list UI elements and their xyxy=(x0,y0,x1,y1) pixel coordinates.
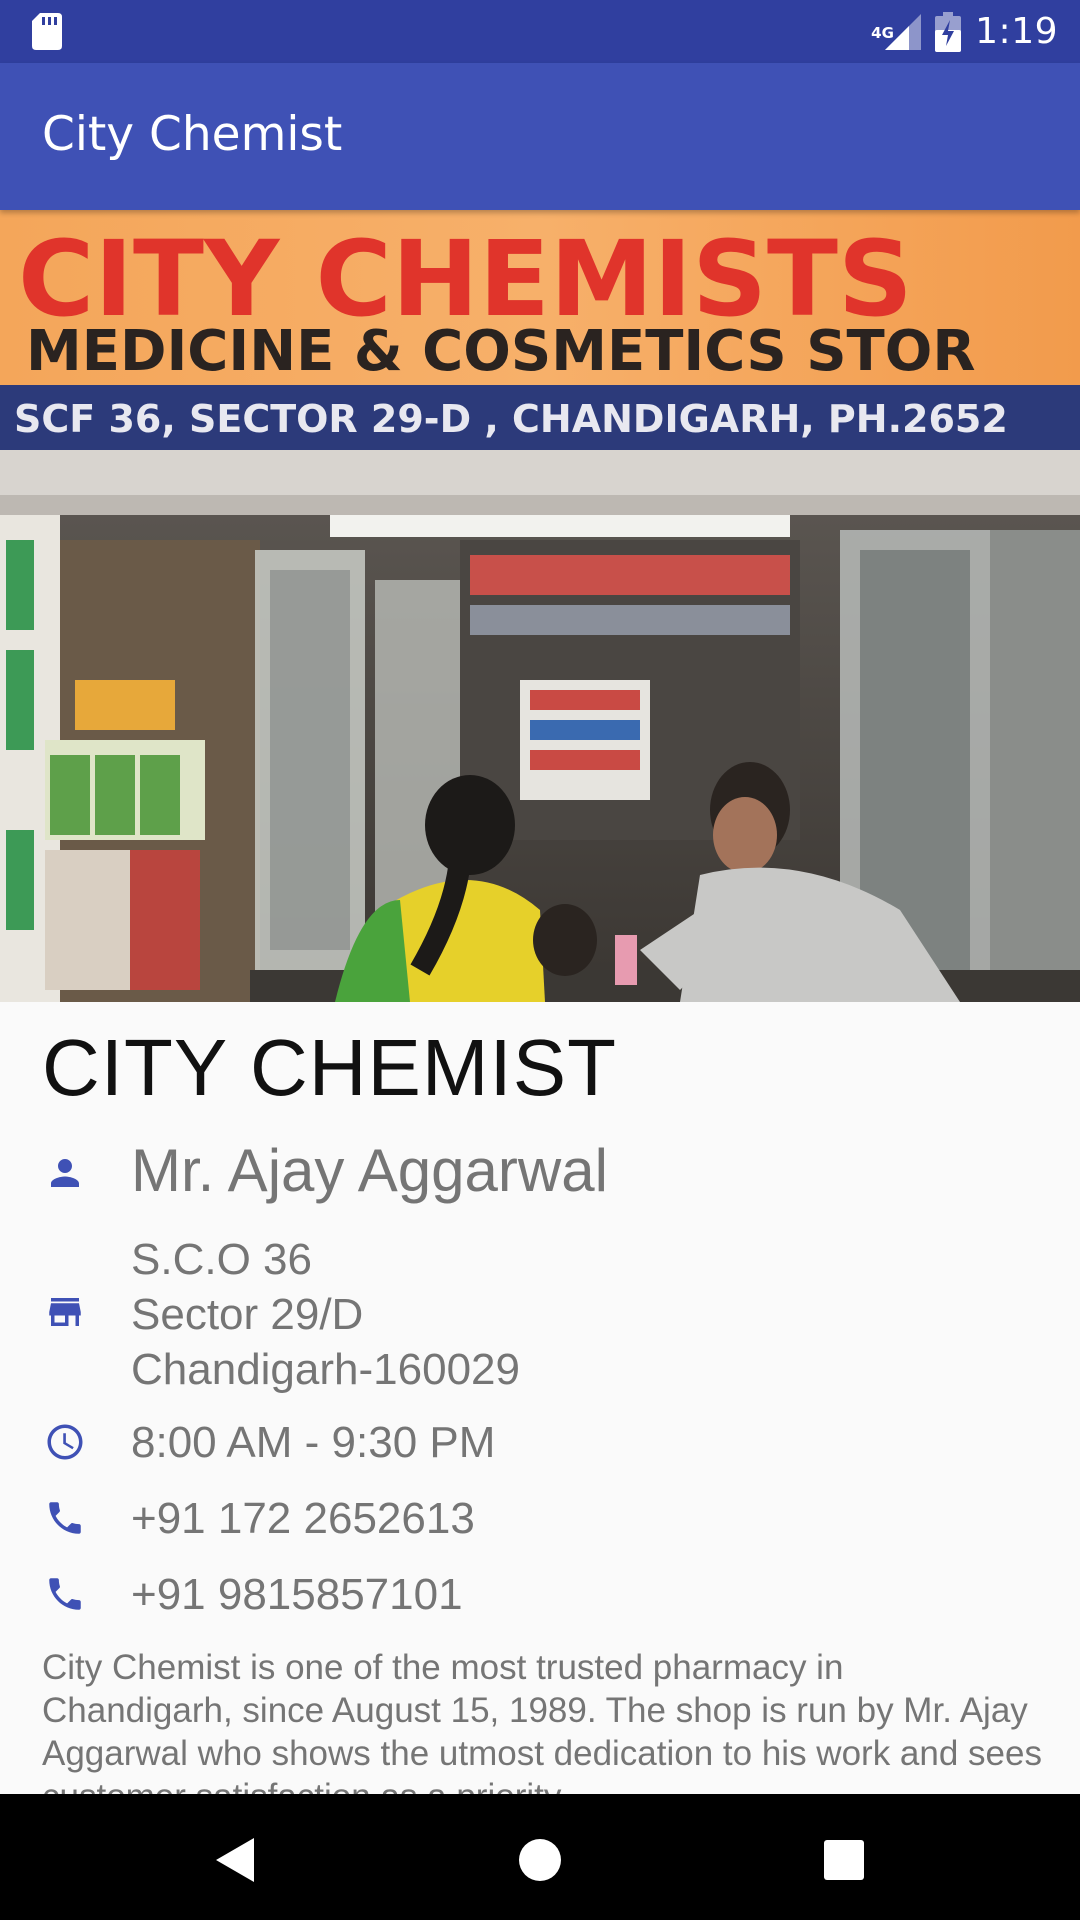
address-line-3: Chandigarh-160029 xyxy=(131,1345,520,1394)
home-button[interactable] xyxy=(510,1830,570,1890)
phone-number-2[interactable]: +91 9815857101 xyxy=(131,1567,463,1622)
clock-icon xyxy=(47,1424,83,1460)
sign-address: SCF 36, SECTOR 29-D , CHANDIGARH, PH.265… xyxy=(14,397,1008,441)
app-title: City Chemist xyxy=(42,107,343,162)
back-icon xyxy=(216,1838,254,1882)
status-bar: 4G 1:19 xyxy=(0,0,1080,63)
about-text: City Chemist is one of the most trusted … xyxy=(42,1648,1042,1794)
sign-subtitle: MEDICINE & COSMETICS STOR xyxy=(26,319,975,384)
status-time: 1:19 xyxy=(975,11,1058,52)
address-line-2: Sector 29/D xyxy=(131,1290,364,1339)
store-icon xyxy=(49,1298,81,1326)
shop-name: CITY CHEMIST xyxy=(42,1023,618,1112)
address-line-1: S.C.O 36 xyxy=(131,1235,312,1284)
phone-icon[interactable] xyxy=(44,1573,86,1615)
owner-name: Mr. Ajay Aggarwal xyxy=(131,1137,608,1204)
phone-icon[interactable] xyxy=(44,1497,86,1539)
navigation-bar xyxy=(0,1794,1080,1920)
address-block: S.C.O 36 Sector 29/D Chandigarh-160029 xyxy=(131,1232,520,1397)
sd-card-icon xyxy=(32,13,62,50)
shop-details: CITY CHEMIST Mr. Ajay Aggarwal S.C.O 36 … xyxy=(0,1002,1080,1794)
phone-number-1[interactable]: +91 172 2652613 xyxy=(131,1491,475,1546)
recents-button[interactable] xyxy=(814,1830,874,1890)
app-bar: City Chemist xyxy=(0,63,1080,210)
signal-icon xyxy=(885,13,922,50)
back-button[interactable] xyxy=(206,1830,266,1890)
home-icon xyxy=(519,1839,561,1881)
person-icon xyxy=(51,1159,79,1187)
battery-charging-icon xyxy=(935,11,962,52)
storefront-image: CITY CHEMISTS MEDICINE & COSMETICS STOR … xyxy=(0,210,1080,1002)
opening-hours: 8:00 AM - 9:30 PM xyxy=(131,1418,496,1467)
recents-icon xyxy=(824,1840,864,1880)
